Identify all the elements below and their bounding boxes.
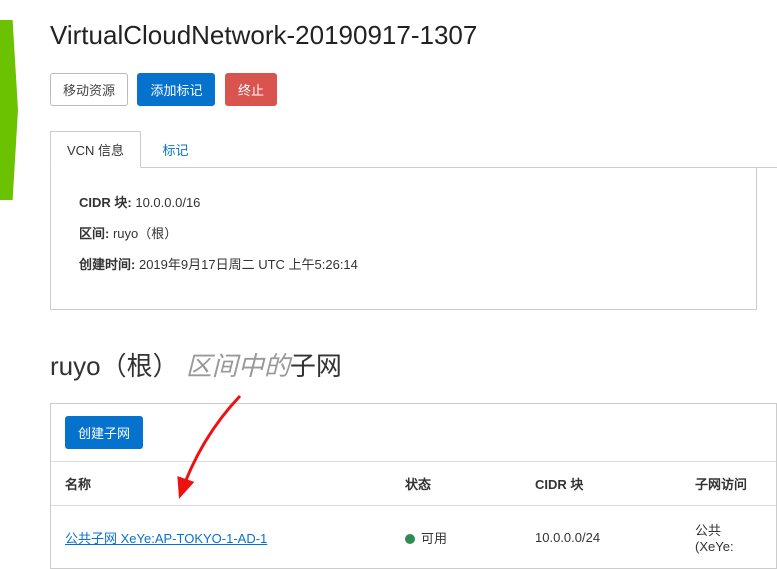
info-compartment: 区间: ruyo（根） (79, 223, 728, 242)
col-cidr: CIDR 块 (521, 462, 681, 506)
section-resource: 子网 (290, 351, 342, 381)
section-compartment: ruyo（根） (50, 351, 179, 381)
action-toolbar: 移动资源 添加标记 终止 (50, 73, 777, 106)
move-resource-button[interactable]: 移动资源 (50, 73, 128, 106)
create-subnet-button[interactable]: 创建子网 (65, 416, 143, 449)
status-dot-icon (405, 534, 415, 544)
detail-tabs: VCN 信息 标记 (50, 130, 777, 168)
info-cidr-label: CIDR 块: (79, 195, 132, 210)
info-created: 创建时间: 2019年9月17日周二 UTC 上午5:26:14 (79, 254, 728, 273)
info-created-label: 创建时间: (79, 257, 135, 272)
tab-tags[interactable]: 标记 (146, 131, 206, 168)
info-compartment-label: 区间: (79, 226, 109, 241)
col-status: 状态 (391, 462, 521, 506)
info-compartment-value: ruyo（根） (113, 226, 177, 241)
table-row: 公共子网 XeYe:AP-TOKYO-1-AD-1 可用 10.0.0.0/24… (51, 506, 776, 569)
subnet-name-link[interactable]: 公共子网 XeYe:AP-TOKYO-1-AD-1 (65, 531, 267, 546)
info-cidr-value: 10.0.0.0/16 (135, 195, 200, 210)
add-tag-button[interactable]: 添加标记 (137, 73, 215, 106)
col-access: 子网访问 (681, 462, 776, 506)
info-created-value: 2019年9月17日周二 UTC 上午5:26:14 (139, 257, 358, 272)
info-panel: CIDR 块: 10.0.0.0/16 区间: ruyo（根） 创建时间: 20… (50, 168, 757, 310)
col-name: 名称 (51, 462, 391, 506)
tab-vcn-info[interactable]: VCN 信息 (50, 131, 141, 168)
subnet-section-title: ruyo（根） 区间中的子网 (50, 346, 777, 383)
subnet-access: 公共 (XeYe: (681, 506, 776, 569)
section-in-text: 区间中的 (186, 351, 290, 381)
terminate-button[interactable]: 终止 (225, 73, 277, 106)
status-accent (0, 20, 18, 200)
subnet-table: 名称 状态 CIDR 块 子网访问 公共子网 XeYe:AP-TOKYO-1-A… (51, 461, 776, 568)
subnet-cidr: 10.0.0.0/24 (521, 506, 681, 569)
page-title: VirtualCloudNetwork-20190917-1307 (50, 20, 777, 51)
subnet-status: 可用 (421, 531, 447, 546)
info-cidr: CIDR 块: 10.0.0.0/16 (79, 192, 728, 211)
subnet-table-wrap: 创建子网 名称 状态 CIDR 块 子网访问 公共子网 XeYe:AP-TOKY… (50, 403, 777, 569)
